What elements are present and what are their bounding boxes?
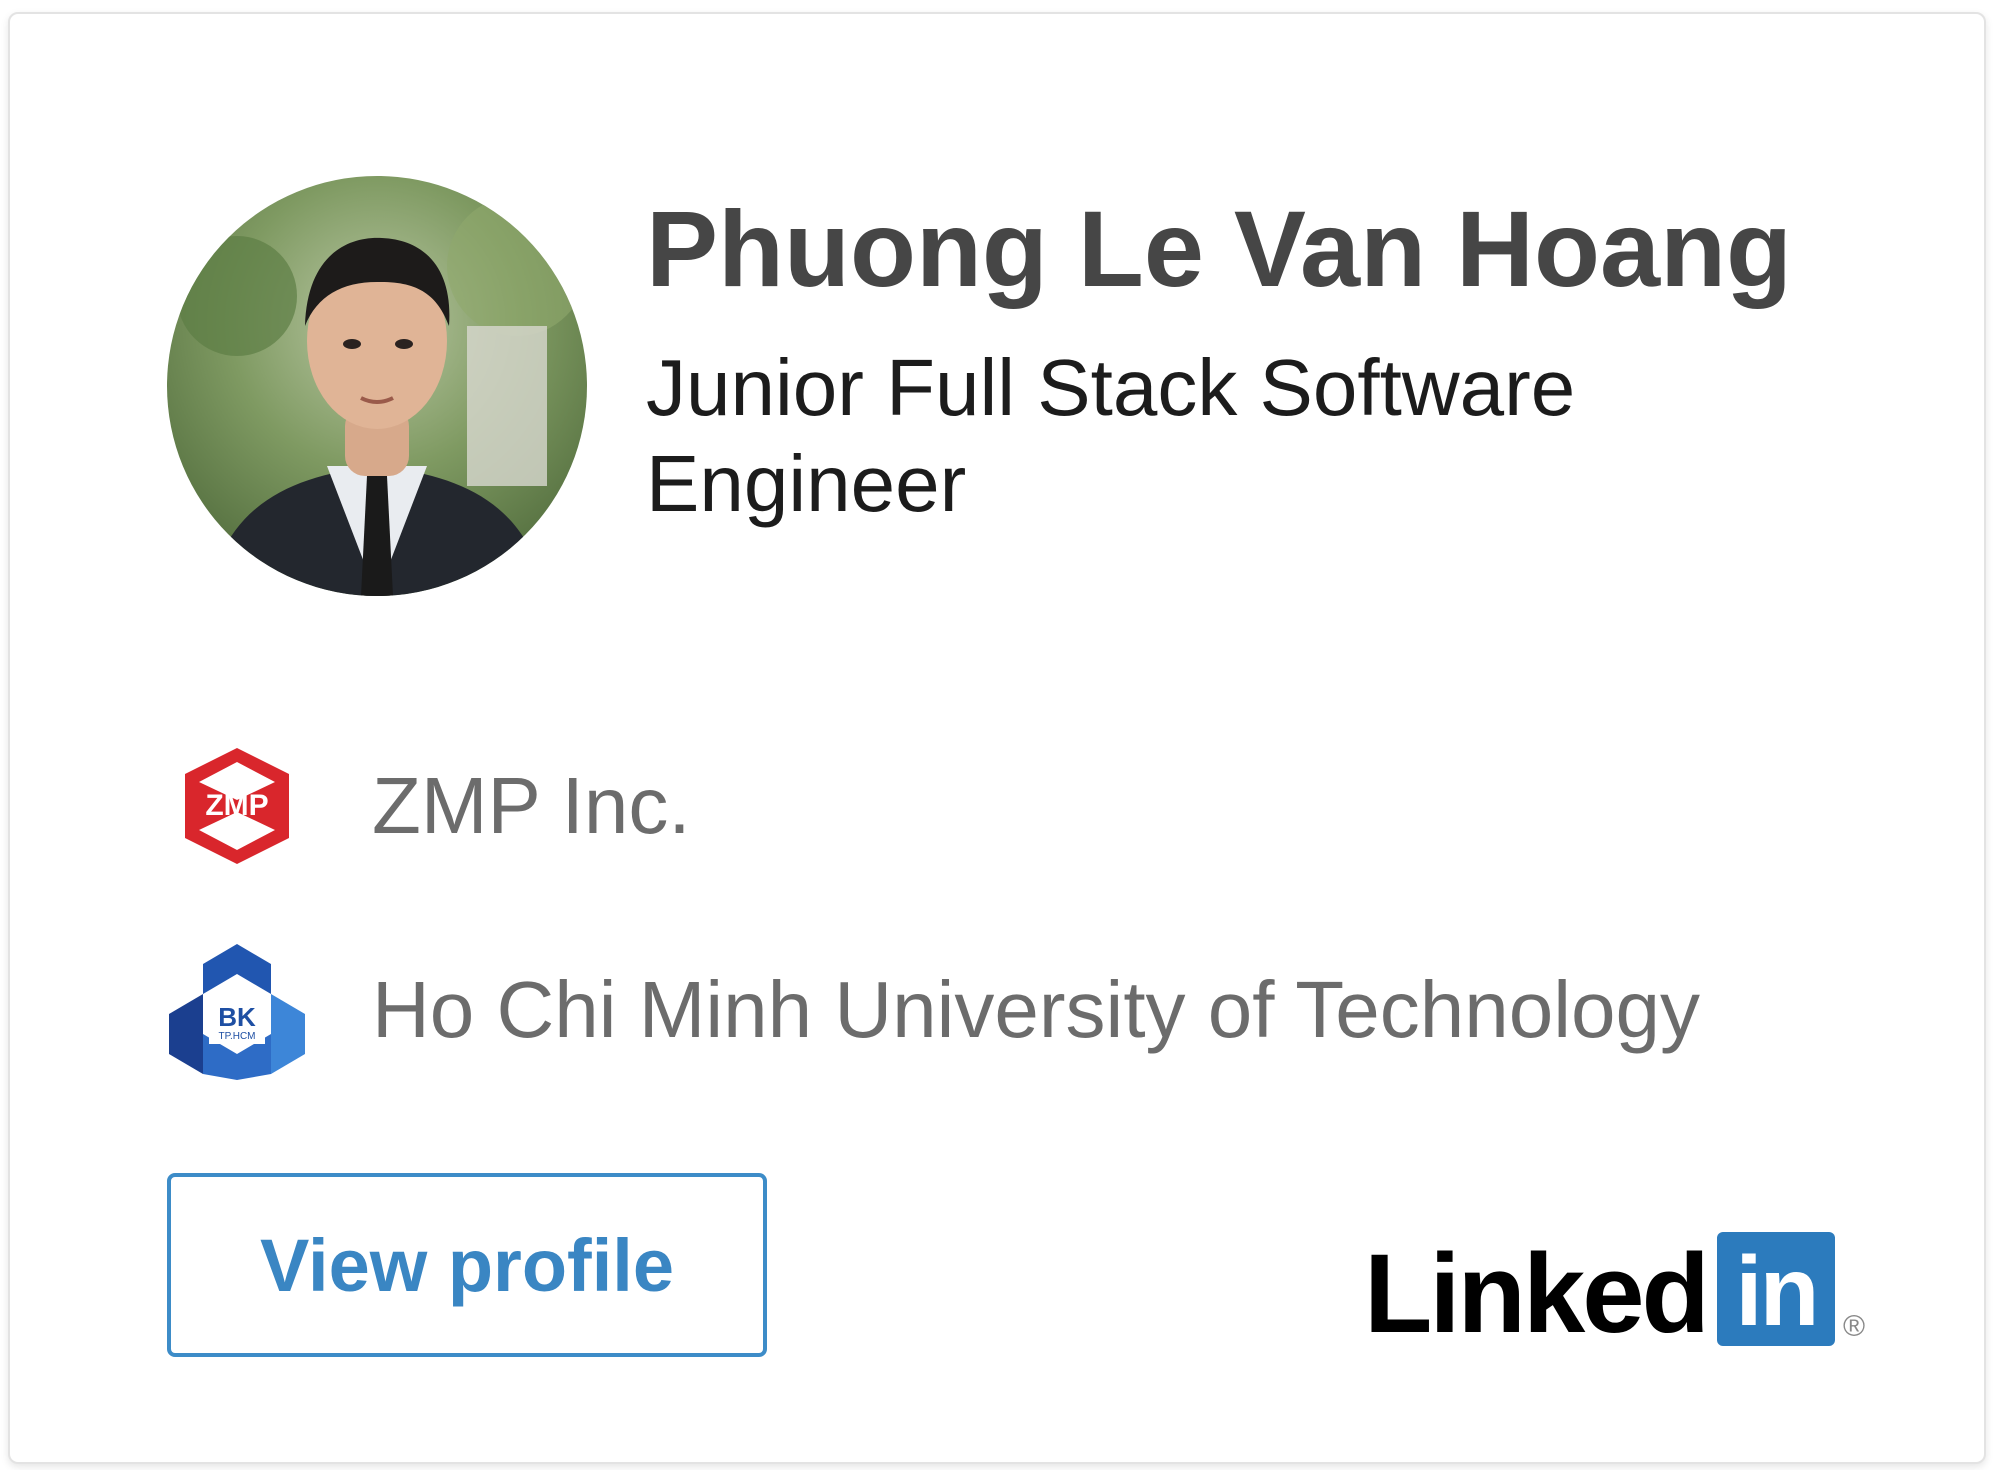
profile-name[interactable]: Phuong Le Van Hoang: [646, 189, 1792, 309]
company-name[interactable]: ZMP Inc.: [372, 758, 691, 854]
registered-mark: ®: [1842, 1310, 1866, 1343]
bk-logo-subtext: TP.HCM: [218, 1031, 255, 1042]
profile-headline: Junior Full Stack Software Engineer: [646, 343, 1576, 528]
profile-photo-icon: [167, 176, 587, 596]
view-profile-button[interactable]: View profile: [167, 1173, 767, 1357]
bk-logo-icon: BK TP.HCM: [167, 940, 307, 1080]
education-row[interactable]: BK TP.HCM Ho Chi Minh University of Tech…: [167, 940, 1700, 1080]
current-company-row[interactable]: ZMP ZMP Inc.: [167, 736, 691, 876]
avatar[interactable]: [167, 176, 587, 596]
school-name[interactable]: Ho Chi Minh University of Technology: [372, 962, 1700, 1058]
profile-badge-card: Phuong Le Van Hoang Junior Full Stack So…: [8, 12, 1986, 1464]
linkedin-in-icon: in: [1716, 1232, 1835, 1346]
linkedin-wordmark: Linked: [1364, 1231, 1710, 1356]
linkedin-logo[interactable]: Linked in ®: [1364, 1222, 1866, 1356]
bk-logo-text: BK: [218, 1002, 256, 1032]
zmp-logo-text: ZMP: [205, 789, 268, 822]
zmp-logo-icon: ZMP: [167, 736, 307, 876]
